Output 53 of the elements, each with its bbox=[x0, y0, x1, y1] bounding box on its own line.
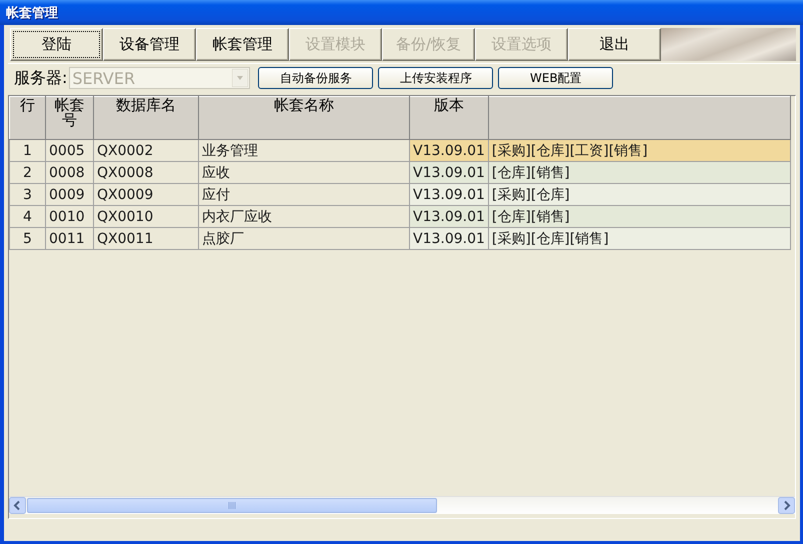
table-cell: V13.09.01 bbox=[410, 140, 488, 162]
table-cell: V13.09.01 bbox=[410, 162, 488, 184]
table-cell: QX0009 bbox=[94, 184, 198, 206]
table-cell: 应付 bbox=[198, 184, 410, 206]
table-cell: 1 bbox=[10, 140, 46, 162]
toolbar-button[interactable]: 登陆 bbox=[10, 28, 103, 61]
window-title: 帐套管理 bbox=[6, 4, 58, 22]
action-button[interactable]: 自动备份服务 bbox=[258, 67, 374, 89]
table-cell: [采购][仓库] bbox=[488, 184, 790, 206]
table-cell: 内衣厂应收 bbox=[198, 206, 410, 228]
column-header[interactable]: 帐套号 bbox=[46, 96, 94, 140]
table-cell: 0005 bbox=[46, 140, 94, 162]
column-header[interactable]: 行 bbox=[10, 96, 46, 140]
table-cell: 点胶厂 bbox=[198, 228, 410, 250]
column-header[interactable]: 帐套名称 bbox=[198, 96, 410, 140]
server-label: 服务器: bbox=[14, 68, 68, 88]
table-row[interactable]: 4 0010 QX0010 内衣厂应收 V13.09.01 [仓库][销售] bbox=[10, 206, 790, 228]
scrollbar-thumb[interactable] bbox=[27, 498, 437, 513]
table-cell: 0008 bbox=[46, 162, 94, 184]
table-cell: [仓库][销售] bbox=[488, 162, 790, 184]
table-row[interactable]: 2 0008 QX0008 应收 V13.09.01 [仓库][销售] bbox=[10, 162, 790, 184]
table-cell: 业务管理 bbox=[198, 140, 410, 162]
table-cell: QX0008 bbox=[94, 162, 198, 184]
table-cell: [采购][仓库][工资][销售] bbox=[488, 140, 790, 162]
table-row[interactable]: 5 0011 QX0011 点胶厂 V13.09.01 [采购][仓库][销售] bbox=[10, 228, 790, 250]
table-cell: 应收 bbox=[198, 162, 410, 184]
horizontal-scrollbar[interactable] bbox=[9, 496, 795, 514]
table-cell: 4 bbox=[10, 206, 46, 228]
toolbar-button[interactable]: 退出 bbox=[568, 28, 661, 61]
scroll-right-icon[interactable] bbox=[778, 497, 795, 514]
column-header[interactable]: 数据库名 bbox=[94, 96, 198, 140]
action-button[interactable]: WEB配置 bbox=[498, 67, 614, 89]
action-button[interactable]: 上传安装程序 bbox=[378, 67, 494, 89]
table-row[interactable]: 1 0005 QX0002 业务管理 V13.09.01 [采购][仓库][工资][销售] bbox=[10, 140, 790, 162]
table-cell: [仓库][销售] bbox=[488, 206, 790, 228]
table-cell: QX0010 bbox=[94, 206, 198, 228]
table-cell: 2 bbox=[10, 162, 46, 184]
toolbar-button[interactable]: 帐套管理 bbox=[196, 28, 289, 61]
table-cell: QX0011 bbox=[94, 228, 198, 250]
table-row[interactable]: 3 0009 QX0009 应付 V13.09.01 [采购][仓库] bbox=[10, 184, 790, 206]
column-header[interactable]: 版本 bbox=[410, 96, 488, 140]
table-cell: 3 bbox=[10, 184, 46, 206]
table-cell: 0011 bbox=[46, 228, 94, 250]
table-cell: V13.09.01 bbox=[410, 184, 488, 206]
table-cell: 5 bbox=[10, 228, 46, 250]
table-cell: [采购][仓库][销售] bbox=[488, 228, 790, 250]
scroll-left-icon[interactable] bbox=[9, 497, 26, 514]
toolbar-button[interactable]: 设备管理 bbox=[103, 28, 196, 61]
table-cell: 0010 bbox=[46, 206, 94, 228]
table-cell: V13.09.01 bbox=[410, 206, 488, 228]
table-cell: QX0002 bbox=[94, 140, 198, 162]
table-cell: V13.09.01 bbox=[410, 228, 488, 250]
table-cell: 0009 bbox=[46, 184, 94, 206]
